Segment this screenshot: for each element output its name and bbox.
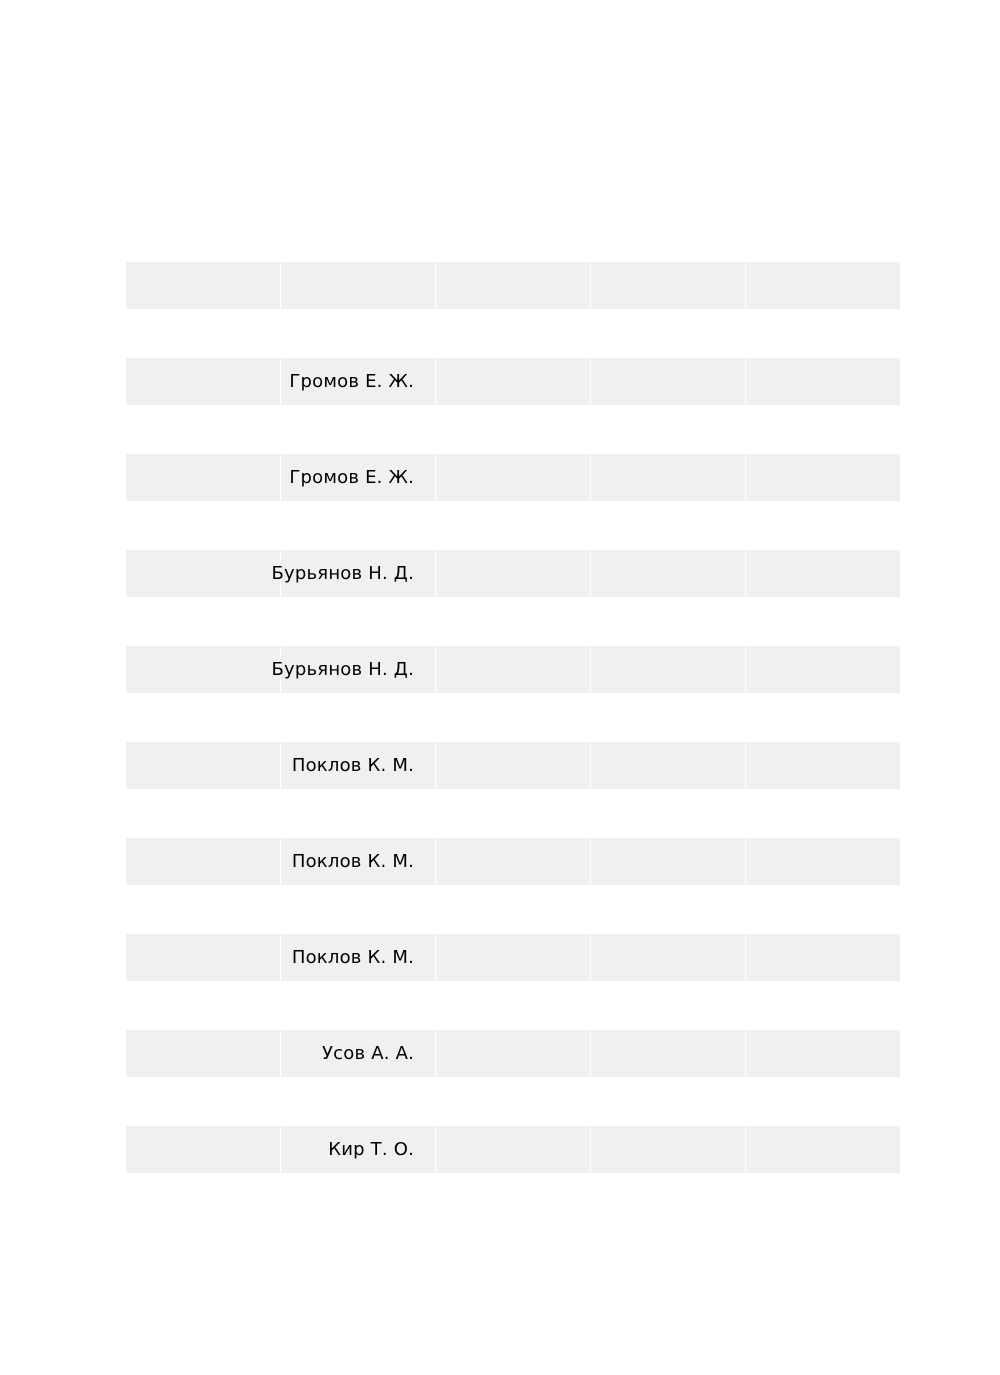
table-cell — [745, 1126, 900, 1173]
table-row: Усов А. А. — [126, 1030, 900, 1077]
table-cell — [126, 550, 280, 597]
table-cell — [590, 934, 745, 981]
table-row: Громов Е. Ж. — [126, 454, 900, 501]
table-cell — [435, 1030, 590, 1077]
name-text: Поклов К. М. — [291, 754, 414, 776]
name-text: Поклов К. М. — [291, 946, 414, 968]
table-row: Громов Е. Ж. — [126, 358, 900, 405]
table-cell — [435, 1126, 590, 1173]
table-cell — [745, 838, 900, 885]
table-cell — [745, 454, 900, 501]
name-cell: Громов Е. Ж. — [280, 454, 435, 501]
name-cell: Громов Е. Ж. — [280, 358, 435, 405]
table-cell — [126, 454, 280, 501]
table-cell — [126, 262, 280, 309]
table-cell — [745, 646, 900, 693]
table-cell — [435, 358, 590, 405]
table-cell — [126, 358, 280, 405]
table-cell — [590, 262, 745, 309]
table-row: Кир Т. О. — [126, 1126, 900, 1173]
table-row: Бурьянов Н. Д. — [126, 550, 900, 597]
table-row: Поклов К. М. — [126, 742, 900, 789]
name-cell — [280, 262, 435, 309]
table-cell — [126, 838, 280, 885]
name-text: Громов Е. Ж. — [289, 466, 414, 488]
table-cell — [126, 742, 280, 789]
table-row: Поклов К. М. — [126, 838, 900, 885]
table-cell — [745, 934, 900, 981]
table-cell — [126, 934, 280, 981]
table-cell — [590, 646, 745, 693]
name-cell: Бурьянов Н. Д. — [271, 646, 435, 693]
table-row: Бурьянов Н. Д. — [126, 646, 900, 693]
name-cell: Кир Т. О. — [280, 1126, 435, 1173]
table-cell — [126, 1030, 280, 1077]
table-cell — [435, 646, 590, 693]
table-cell — [435, 262, 590, 309]
table-row: Поклов К. М. — [126, 934, 900, 981]
name-text: Бурьянов Н. Д. — [271, 562, 414, 584]
table-cell — [590, 838, 745, 885]
table-cell — [435, 454, 590, 501]
table-cell — [745, 550, 900, 597]
name-text: Громов Е. Ж. — [289, 370, 414, 392]
table-cell — [745, 742, 900, 789]
name-text: Бурьянов Н. Д. — [271, 658, 414, 680]
table-cell — [435, 550, 590, 597]
name-text: Поклов К. М. — [291, 850, 414, 872]
table-cell — [745, 262, 900, 309]
name-text: Кир Т. О. — [328, 1138, 414, 1160]
name-cell: Поклов К. М. — [280, 934, 435, 981]
name-cell: Усов А. А. — [280, 1030, 435, 1077]
name-cell: Бурьянов Н. Д. — [271, 550, 435, 597]
table-cell — [435, 838, 590, 885]
table-cell — [590, 742, 745, 789]
table-cell — [590, 1030, 745, 1077]
table-cell — [435, 742, 590, 789]
table-cell — [745, 1030, 900, 1077]
table-cell — [590, 1126, 745, 1173]
data-table: Громов Е. Ж. Громов Е. Ж. Бурьянов Н. Д.… — [126, 262, 900, 1222]
table-cell — [590, 550, 745, 597]
table-cell — [126, 1126, 280, 1173]
name-cell: Поклов К. М. — [280, 742, 435, 789]
table-cell — [590, 454, 745, 501]
table-cell — [435, 934, 590, 981]
name-cell: Поклов К. М. — [280, 838, 435, 885]
table-cell — [590, 358, 745, 405]
table-row — [126, 262, 900, 309]
table-cell — [745, 358, 900, 405]
table-cell — [126, 646, 280, 693]
name-text: Усов А. А. — [322, 1042, 414, 1064]
